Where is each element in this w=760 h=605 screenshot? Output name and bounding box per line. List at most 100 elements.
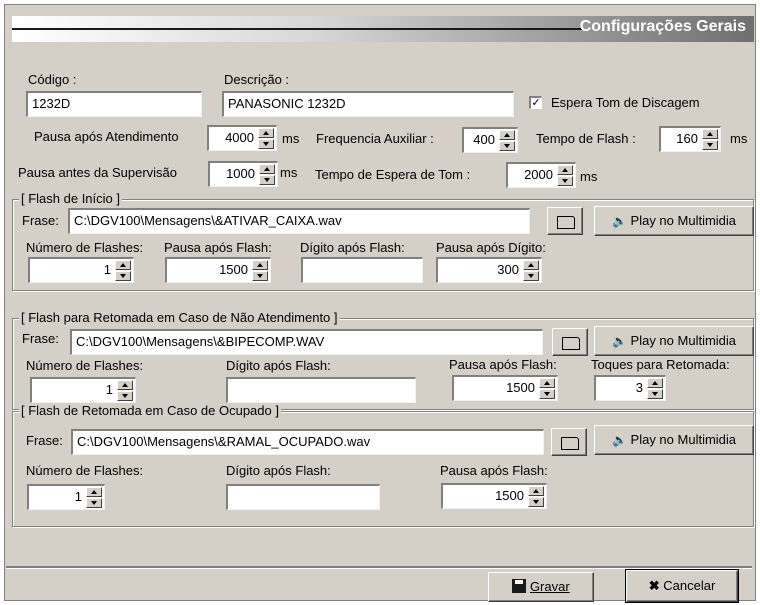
speaker-icon: 🔈 bbox=[611, 334, 627, 348]
cancelar-label: Cancelar bbox=[663, 578, 716, 593]
descricao-label: Descrição : bbox=[224, 72, 290, 87]
frase-label: Frase: bbox=[22, 331, 59, 346]
folder-icon bbox=[561, 437, 579, 450]
open-folder-button[interactable] bbox=[552, 328, 588, 356]
down-arrow-icon[interactable] bbox=[117, 391, 133, 401]
codigo-label: Código : bbox=[28, 72, 77, 87]
frase-input[interactable]: C:\DGV100\Mensagens\&ATIVAR_CAIXA.wav bbox=[68, 208, 530, 234]
stepper-arrows[interactable] bbox=[702, 129, 718, 150]
pausa-flash-stepper[interactable]: 1500 bbox=[165, 257, 271, 283]
stepper-arrows[interactable] bbox=[523, 260, 539, 281]
pausa-flash-label: Pausa após Flash: bbox=[440, 463, 548, 478]
num-flashes-label: Número de Flashes: bbox=[26, 463, 144, 478]
frase-input[interactable]: C:\DGV100\Mensagens\&RAMAL_OCUPADO.wav bbox=[71, 429, 544, 455]
pausa-digito-value: 300 bbox=[497, 262, 519, 277]
stepper-arrows[interactable] bbox=[499, 130, 515, 151]
espera-tom-checkbox[interactable]: ✓ bbox=[529, 96, 542, 109]
stepper-arrows[interactable] bbox=[86, 487, 102, 508]
down-arrow-icon[interactable] bbox=[539, 389, 555, 399]
up-arrow-icon[interactable] bbox=[702, 129, 718, 139]
up-arrow-icon[interactable] bbox=[115, 260, 131, 270]
pausa-flash-label: Pausa após Flash: bbox=[164, 240, 272, 255]
stepper-arrows[interactable] bbox=[259, 164, 275, 185]
title-bar: Configurações Gerais bbox=[12, 16, 754, 42]
up-arrow-icon[interactable] bbox=[258, 128, 274, 138]
pausa-flash-stepper[interactable]: 1500 bbox=[441, 483, 547, 509]
play-label: Play no Multimidia bbox=[630, 432, 737, 447]
cancelar-button[interactable]: ✖ Cancelar bbox=[625, 569, 739, 603]
tempo-espera-label: Tempo de Espera de Tom : bbox=[315, 167, 471, 182]
down-arrow-icon[interactable] bbox=[258, 139, 274, 149]
descricao-input[interactable]: PANASONIC 1232D bbox=[222, 91, 514, 117]
num-flashes-stepper[interactable]: 1 bbox=[28, 257, 134, 283]
gravar-label: Gravar bbox=[529, 579, 570, 594]
up-arrow-icon[interactable] bbox=[499, 130, 515, 140]
freq-aux-stepper[interactable]: 400 bbox=[462, 127, 518, 153]
num-flashes-stepper[interactable]: 1 bbox=[30, 377, 136, 403]
down-arrow-icon[interactable] bbox=[115, 271, 131, 281]
tempo-flash-label: Tempo de Flash : bbox=[536, 131, 636, 146]
title-rule bbox=[12, 28, 582, 30]
down-arrow-icon[interactable] bbox=[86, 498, 102, 508]
stepper-arrows[interactable] bbox=[252, 260, 268, 281]
down-arrow-icon[interactable] bbox=[528, 497, 544, 507]
down-arrow-icon[interactable] bbox=[702, 140, 718, 150]
num-flashes-stepper[interactable]: 1 bbox=[27, 484, 105, 510]
down-arrow-icon[interactable] bbox=[557, 176, 573, 186]
play-multimidia-button[interactable]: 🔈 Play no Multimidia bbox=[594, 206, 754, 236]
stepper-arrows[interactable] bbox=[647, 378, 663, 399]
pausa-digito-stepper[interactable]: 300 bbox=[436, 257, 542, 283]
gravar-button[interactable]: Gravar bbox=[488, 572, 594, 602]
num-flashes-label: Número de Flashes: bbox=[26, 240, 144, 255]
digito-flash-input[interactable] bbox=[226, 377, 416, 403]
toques-stepper[interactable]: 3 bbox=[594, 375, 666, 401]
down-arrow-icon[interactable] bbox=[252, 271, 268, 281]
play-label: Play no Multimidia bbox=[630, 333, 737, 348]
tempo-espera-stepper[interactable]: 2000 bbox=[506, 162, 576, 188]
codigo-input[interactable]: 1232D bbox=[26, 91, 202, 117]
stepper-arrows[interactable] bbox=[258, 128, 274, 149]
stepper-arrows[interactable] bbox=[539, 378, 555, 399]
up-arrow-icon[interactable] bbox=[117, 380, 133, 390]
stepper-arrows[interactable] bbox=[115, 260, 131, 281]
num-flashes-value: 1 bbox=[74, 489, 82, 504]
pausa-atendimento-stepper[interactable]: 4000 bbox=[207, 125, 277, 151]
pausa-supervisao-value: 1000 bbox=[226, 166, 255, 181]
frase-input[interactable]: C:\DGV100\Mensagens\&BIPECOMP.WAV bbox=[70, 329, 543, 355]
stepper-arrows[interactable] bbox=[528, 486, 544, 507]
folder-icon bbox=[557, 216, 575, 229]
pausa-flash-stepper[interactable]: 1500 bbox=[452, 375, 558, 401]
up-arrow-icon[interactable] bbox=[528, 486, 544, 496]
espera-tom-label: Espera Tom de Discagem bbox=[551, 95, 700, 110]
freq-aux-value: 400 bbox=[473, 132, 495, 147]
digito-flash-input[interactable] bbox=[226, 484, 380, 510]
open-folder-button[interactable] bbox=[551, 428, 587, 456]
tempo-flash-stepper[interactable]: 160 bbox=[659, 126, 721, 152]
digito-flash-input[interactable] bbox=[301, 257, 423, 283]
digito-flash-label: Dígito após Flash: bbox=[226, 463, 331, 478]
pausa-supervisao-label: Pausa antes da Supervisão bbox=[18, 165, 177, 180]
up-arrow-icon[interactable] bbox=[252, 260, 268, 270]
flash-retomada-title: [ Flash para Retomada em Caso de Não Ate… bbox=[19, 310, 340, 325]
play-multimidia-button[interactable]: 🔈 Play no Multimidia bbox=[594, 326, 754, 356]
play-multimidia-button[interactable]: 🔈 Play no Multimidia bbox=[594, 425, 754, 455]
pausa-atendimento-value: 4000 bbox=[225, 130, 254, 145]
stepper-arrows[interactable] bbox=[557, 165, 573, 186]
up-arrow-icon[interactable] bbox=[557, 165, 573, 175]
pausa-supervisao-stepper[interactable]: 1000 bbox=[208, 161, 278, 187]
freq-aux-label: Frequencia Auxiliar : bbox=[316, 131, 434, 146]
up-arrow-icon[interactable] bbox=[86, 487, 102, 497]
up-arrow-icon[interactable] bbox=[259, 164, 275, 174]
stepper-arrows[interactable] bbox=[117, 380, 133, 401]
pausa-flash-label: Pausa após Flash: bbox=[449, 357, 557, 372]
up-arrow-icon[interactable] bbox=[523, 260, 539, 270]
down-arrow-icon[interactable] bbox=[499, 141, 515, 151]
down-arrow-icon[interactable] bbox=[647, 389, 663, 399]
open-folder-button[interactable] bbox=[547, 207, 583, 235]
frase-label: Frase: bbox=[22, 213, 59, 228]
up-arrow-icon[interactable] bbox=[539, 378, 555, 388]
up-arrow-icon[interactable] bbox=[647, 378, 663, 388]
down-arrow-icon[interactable] bbox=[259, 175, 275, 185]
down-arrow-icon[interactable] bbox=[523, 271, 539, 281]
save-icon bbox=[512, 579, 527, 593]
